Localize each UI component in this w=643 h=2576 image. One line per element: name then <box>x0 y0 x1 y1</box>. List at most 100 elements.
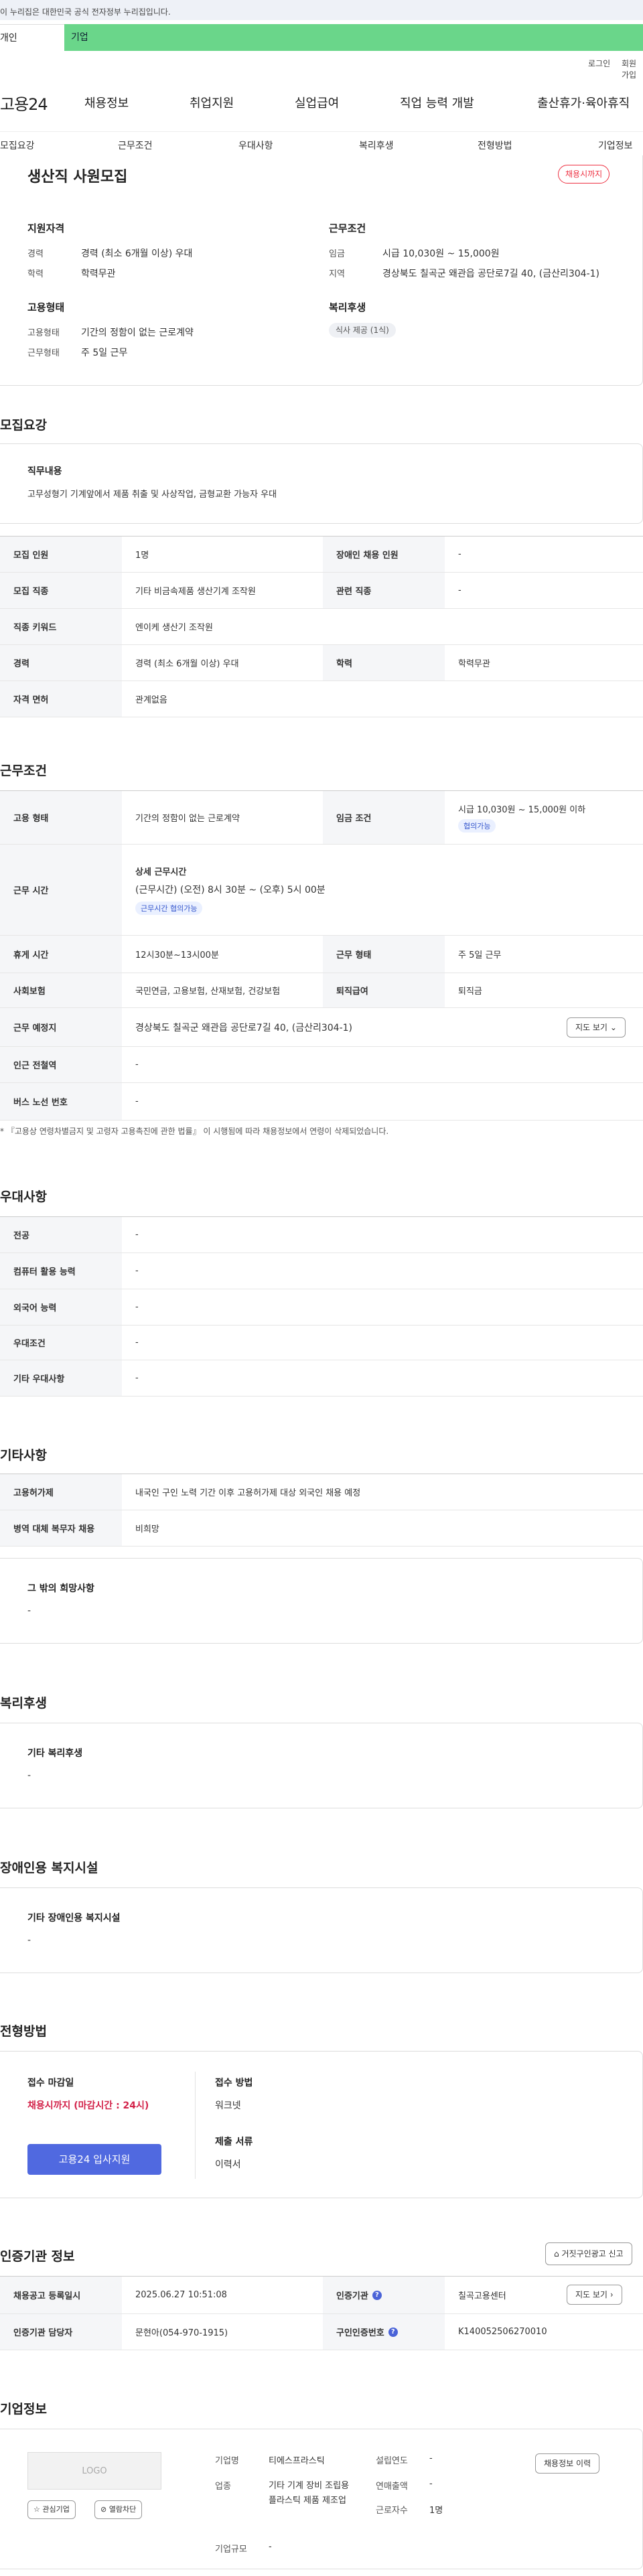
table-header-cell: 모집 직종 <box>0 573 122 608</box>
history-button[interactable]: 채용정보 이력 <box>535 2453 600 2474</box>
negotiable-badge: 협의가능 <box>458 819 496 833</box>
gnb-item-jobs[interactable]: 채용정보 <box>84 94 129 111</box>
table-row: 버스 노선 번호 - <box>0 1083 643 1121</box>
company-name-label: 기업명 <box>215 2456 239 2466</box>
table-cell: - <box>135 1230 139 1240</box>
disabled-value: - <box>27 1935 31 1946</box>
section-nav-welfare[interactable]: 복리후생 <box>359 139 394 152</box>
block-icon: ⊘ <box>100 2505 107 2514</box>
table-header-cell: 채용공고 등록일시 <box>0 2277 122 2313</box>
table-cell: 경상북도 칠곡군 왜관읍 공단로7길 40, (금산리304-1) <box>135 1022 352 1033</box>
report-button-label: 거짓구인광고 신고 <box>561 2249 624 2259</box>
table-row: 고용허가제 내국인 구인 노력 기간 이후 고용허가제 대상 외국인 채용 예정 <box>0 1474 643 1510</box>
table-header-cell: 외국어 능력 <box>0 1289 122 1325</box>
gnb-item-leave[interactable]: 출산휴가·육아휴직 <box>537 94 630 111</box>
table-cell: 경력 (최소 6개월 이상) 우대 <box>135 659 239 669</box>
chevron-right-icon: › <box>610 2290 614 2299</box>
table-cell: 퇴직금 <box>458 987 482 997</box>
site-logo[interactable]: 고용24 <box>0 91 48 115</box>
section-nav-work[interactable]: 근무조건 <box>118 139 153 152</box>
company-industry-label: 업종 <box>215 2482 231 2492</box>
chevron-down-icon: ⌄ <box>610 1023 617 1032</box>
section-nav-pref[interactable]: 우대사항 <box>238 139 273 152</box>
qual-label: 학력 <box>27 269 44 279</box>
status-badge: 채용시까지 <box>558 165 610 184</box>
table-row: 모집 직종 기타 비금속제품 생산기계 조작원 관련 직종 - <box>0 573 643 609</box>
login-link[interactable]: 로그인 <box>588 58 610 69</box>
map-button[interactable]: 지도 보기 ⌄ <box>567 1017 626 1037</box>
pref-heading: 우대사항 <box>0 1190 47 1204</box>
report-button[interactable]: ⌂ 거짓구인광고 신고 <box>545 2242 632 2265</box>
tab-enterprise[interactable]: 기업 <box>64 24 643 51</box>
table-row: 인근 전철역 - <box>0 1047 643 1083</box>
welfare-card: 기타 복리후생 - <box>0 1723 643 1808</box>
qual-label: 경력 <box>27 249 44 259</box>
summary-card: 생산직 사원모집 채용시까지 지원자격 경력 경력 (최소 6개월 이상) 우대… <box>0 155 643 386</box>
cert-org-label: 인증기관 <box>336 2291 368 2301</box>
table-header-cell: 경력 <box>0 645 122 681</box>
block-button[interactable]: ⊘ 열람차단 <box>94 2500 143 2519</box>
job-title: 생산직 사원모집 <box>27 169 128 186</box>
gnb-item-training[interactable]: 직업 능력 개발 <box>400 94 474 111</box>
company-size-label: 기업규모 <box>215 2545 247 2555</box>
table-header-cell: 모집 인원 <box>0 536 122 572</box>
table-cell: 학력무관 <box>458 659 490 669</box>
table-cell: 2025.06.27 10:51:08 <box>135 2290 227 2300</box>
section-nav-company[interactable]: 기업정보 <box>598 139 633 152</box>
welfare-heading: 복리후생 <box>329 301 366 313</box>
apply-button[interactable]: 고용24 입사지원 <box>27 2144 161 2175</box>
table-header-cell: 장애인 채용 인원 <box>323 536 445 572</box>
star-icon: ☆ <box>33 2505 40 2514</box>
table-cell: 엔이케 생산기 조작원 <box>135 623 213 633</box>
table-row: 직종 키워드 엔이케 생산기 조작원 <box>0 609 643 645</box>
docs-label: 제출 서류 <box>215 2137 253 2147</box>
info-icon[interactable]: ? <box>372 2290 382 2300</box>
docs-value: 이력서 <box>215 2159 241 2170</box>
gnb-item-benefit[interactable]: 실업급여 <box>295 94 339 111</box>
home-icon: ⌂ <box>554 2249 559 2259</box>
table-cell: 관계없음 <box>135 695 167 705</box>
disabled-card: 기타 장애인용 복지시설 - <box>0 1887 643 1973</box>
table-row: 자격 면허 관계없음 <box>0 681 643 717</box>
emp-value: 기간의 정함이 없는 근로계약 <box>81 328 194 338</box>
etc-table: 고용허가제 내국인 구인 노력 기간 이후 고용허가제 대상 외국인 채용 예정 … <box>0 1474 643 1547</box>
table-row: 외국어 능력 - <box>0 1289 643 1326</box>
tab-personal[interactable]: 개인 <box>0 24 64 51</box>
screen-card: 접수 마감일 채용시까지 (마감시간 : 24시) 고용24 입사지원 접수 방… <box>0 2051 643 2198</box>
table-cell: 내국인 구인 노력 기간 이후 고용허가제 대상 외국인 채용 예정 <box>135 1488 361 1498</box>
welfare-title: 기타 복리후생 <box>27 1748 83 1759</box>
emp-heading: 고용형태 <box>27 301 65 313</box>
info-icon[interactable]: ? <box>388 2327 398 2337</box>
global-nav: 고용24 채용정보 취업지원 실업급여 직업 능력 개발 출산휴가·육아휴직 <box>0 80 643 121</box>
divider <box>195 2072 196 2179</box>
table-header-cell: 임금 조건 <box>323 791 445 844</box>
section-nav-recruit[interactable]: 모집요강 <box>0 139 35 152</box>
table-header-cell: 학력 <box>323 645 445 681</box>
hours-title: 상세 근무시간 <box>135 867 187 877</box>
cert-map-button[interactable]: 지도 보기 › <box>567 2285 622 2305</box>
hours-cell: 상세 근무시간 (근무시간) (오전) 8시 30분 ~ (오후) 5시 00분… <box>122 845 643 935</box>
disabled-title: 기타 장애인용 복지시설 <box>27 1913 121 1924</box>
table-header-cell: 휴게 시간 <box>0 936 122 973</box>
method-value: 워크넷 <box>215 2100 241 2111</box>
pref-table: 전공 - 컴퓨터 활용 능력 - 외국어 능력 - 우대조건 - 기타 우대사항 - <box>0 1216 643 1397</box>
table-cell: 국민연금, 고용보험, 산재보험, 건강보험 <box>135 987 281 997</box>
cert-heading: 인증기관 정보 <box>0 2249 75 2264</box>
gnb-item-support[interactable]: 취업지원 <box>190 94 234 111</box>
section-nav-screen[interactable]: 전형방법 <box>478 139 512 152</box>
etc-heading: 기타사항 <box>0 1448 47 1463</box>
fav-button[interactable]: ☆ 관심기업 <box>27 2500 76 2519</box>
user-type-tabs: 개인 기업 <box>0 24 643 51</box>
block-button-label: 열람차단 <box>109 2505 137 2514</box>
join-link[interactable]: 회원가입 <box>622 58 643 80</box>
emp-label: 고용형태 <box>27 328 60 338</box>
table-header-cell: 퇴직급여 <box>323 973 445 1007</box>
table-header-cell: 자격 면허 <box>0 681 122 717</box>
table-row: 컴퓨터 활용 능력 - <box>0 1253 643 1289</box>
table-row: 경력 경력 (최소 6개월 이상) 우대 학력 학력무관 <box>0 645 643 681</box>
cert-map-label: 지도 보기 <box>575 2290 608 2299</box>
company-card: LOGO ☆ 관심기업 ⊘ 열람차단 기업명 티에스프라스틱 업종 기타 기계 … <box>0 2429 643 2569</box>
hours-value: (근무시간) (오전) 8시 30분 ~ (오후) 5시 00분 <box>135 885 326 896</box>
table-cell: - <box>458 585 461 595</box>
cond-label: 임금 <box>329 249 345 259</box>
